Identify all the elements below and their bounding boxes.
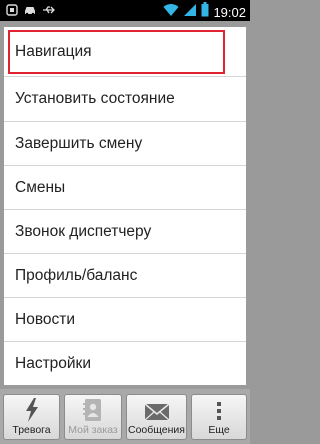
car-icon <box>23 3 37 21</box>
menu-item-label: Настройки <box>15 355 92 372</box>
my-order-button[interactable]: Мой заказ <box>64 394 122 440</box>
menu-item-end-shift[interactable]: Завершить смену <box>4 122 246 166</box>
menu-item-navigation[interactable]: Навигация <box>8 30 225 74</box>
battery-icon <box>201 2 209 22</box>
menu-item-news[interactable]: Новости <box>4 298 246 342</box>
bottom-toolbar: Тревога Мой заказ Сообщения Еще <box>0 389 250 444</box>
menu-item-set-state[interactable]: Установить состояние <box>4 77 246 121</box>
status-bar: 19:02 <box>0 0 250 21</box>
menu-item-label: Смены <box>15 179 66 196</box>
more-button[interactable]: Еще <box>191 394 247 440</box>
menu-item-profile-balance[interactable]: Профиль/баланс <box>4 254 246 298</box>
menu-item-shifts[interactable]: Смены <box>4 166 246 210</box>
notification-icon <box>6 3 18 21</box>
menu-item-label: Установить состояние <box>15 90 175 107</box>
messages-button-label: Сообщения <box>128 424 185 436</box>
contact-card-icon <box>82 398 104 422</box>
menu-item-label: Завершить смену <box>15 135 143 152</box>
status-time: 19:02 <box>213 4 246 20</box>
menu-item-call-dispatcher[interactable]: Звонок диспетчеру <box>4 210 246 254</box>
status-bar-system: 19:02 <box>163 2 246 22</box>
my-order-button-label: Мой заказ <box>68 424 118 436</box>
status-bar-notifications <box>6 3 56 21</box>
envelope-icon <box>143 400 170 422</box>
messages-button[interactable]: Сообщения <box>126 394 187 440</box>
usb-icon <box>42 3 56 21</box>
more-button-label: Еще <box>208 424 230 436</box>
menu-item-label: Профиль/баланс <box>15 267 138 284</box>
menu-item-label: Звонок диспетчеру <box>15 223 152 240</box>
alarm-button-label: Тревога <box>12 424 51 436</box>
options-menu: Навигация Установить состояние Завершить… <box>4 27 246 385</box>
menu-item-label: Навигация <box>15 43 92 60</box>
menu-item-label: Новости <box>15 311 76 328</box>
alarm-button[interactable]: Тревога <box>3 394 60 440</box>
menu-item-settings[interactable]: Настройки <box>4 342 246 386</box>
more-icon <box>215 400 223 422</box>
signal-icon <box>183 3 197 22</box>
wifi-icon <box>163 3 179 22</box>
lightning-icon <box>24 398 40 422</box>
